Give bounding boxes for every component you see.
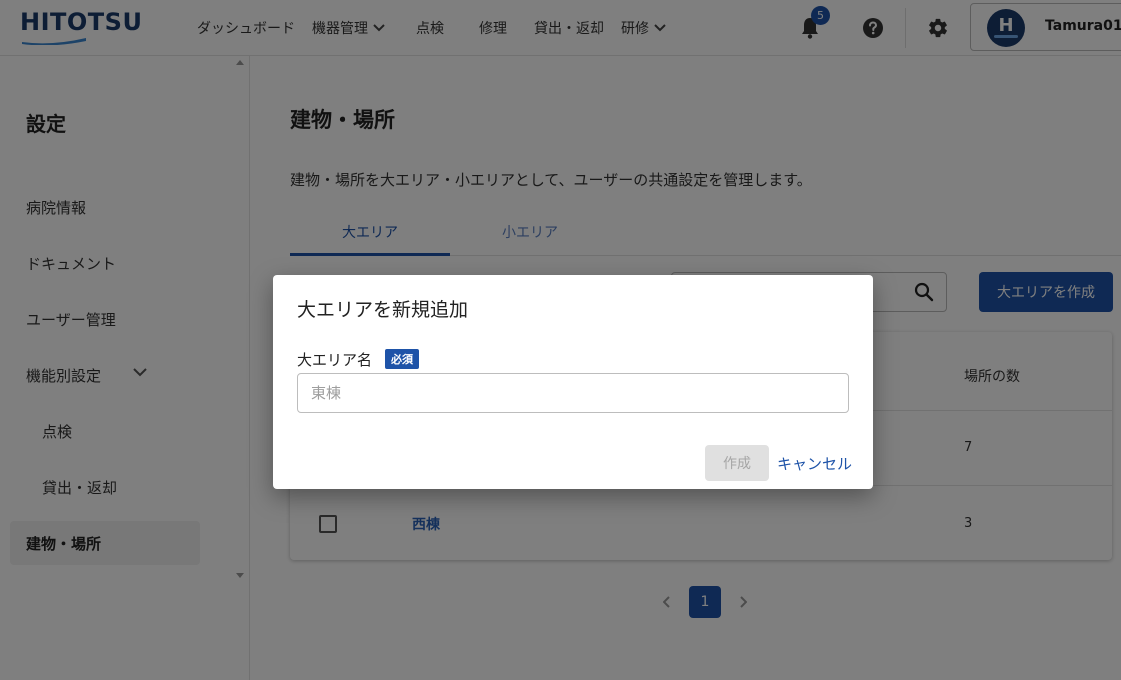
- area-name-label: 大エリア名: [297, 351, 373, 369]
- required-badge: 必須: [385, 349, 419, 369]
- dialog-title: 大エリアを新規追加: [297, 299, 469, 321]
- create-button[interactable]: 作成: [705, 445, 769, 481]
- area-name-input[interactable]: [297, 373, 849, 413]
- add-large-area-dialog: 大エリアを新規追加 大エリア名 必須 作成 キャンセル: [273, 275, 873, 489]
- cancel-button[interactable]: キャンセル: [777, 445, 852, 481]
